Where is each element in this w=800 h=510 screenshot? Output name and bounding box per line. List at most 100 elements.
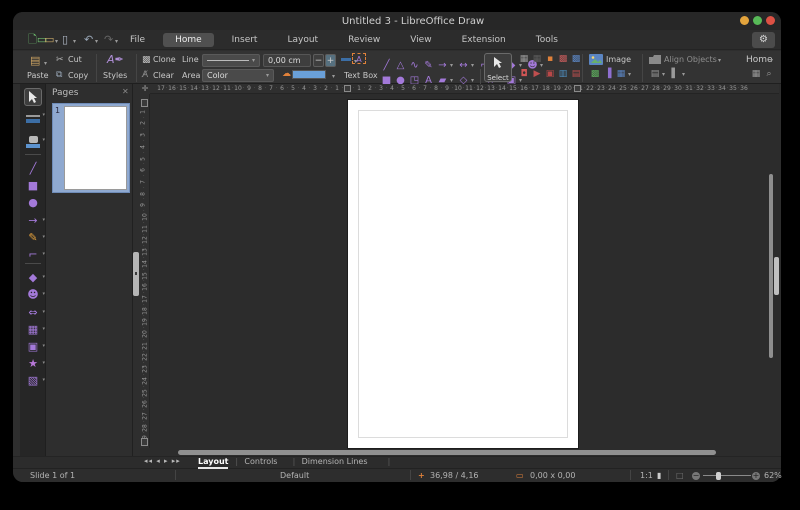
bottom-tab-dimension-lines[interactable]: Dimension Lines: [302, 457, 368, 466]
block-arrows-dropdown-arrow[interactable]: ▾: [42, 305, 45, 319]
save-dropdown-arrow[interactable]: ▾: [73, 38, 76, 45]
callouts-icon[interactable]: ▣▾: [20, 340, 46, 354]
flowchart-dropdown-arrow[interactable]: ▾: [42, 322, 45, 336]
flowchart-icon[interactable]: ▦▾: [20, 323, 46, 337]
sidebar-toggle-handle[interactable]: [774, 257, 779, 295]
ruler-margin-marker-left[interactable]: [344, 85, 351, 92]
copy-icon[interactable]: ⧉: [56, 69, 62, 81]
paste-dropdown-arrow[interactable]: ▾: [44, 60, 47, 67]
page-style[interactable]: Default: [280, 471, 309, 480]
tab-tools[interactable]: Tools: [524, 33, 570, 47]
undo-icon[interactable]: ↶: [84, 34, 93, 46]
gallery-icon[interactable]: ▦: [615, 69, 627, 80]
home-dropdown-arrow[interactable]: ▾: [770, 57, 773, 64]
cut-icon[interactable]: ✂: [56, 54, 64, 66]
horizontal-scrollbar[interactable]: [178, 450, 716, 455]
lines-and-arrows-icon[interactable]: →▾: [20, 214, 46, 228]
open-dropdown-arrow[interactable]: ▾: [55, 38, 58, 45]
select-button[interactable]: Select: [484, 53, 512, 82]
tab-file[interactable]: File: [118, 33, 157, 47]
vertical-ruler[interactable]: 1·2·3·4·5·6·7·8·9·10·11·12·13·14·15·16·1…: [140, 94, 150, 448]
undo-dropdown-arrow[interactable]: ▾: [95, 38, 98, 45]
line-style-combobox[interactable]: ▾: [202, 54, 260, 67]
save-icon[interactable]: ▯: [62, 34, 68, 46]
line-width-decrease-button[interactable]: −: [313, 54, 324, 67]
line-ends-arrow-dropdown-arrow[interactable]: ▾: [450, 62, 456, 69]
insert-chart-icon[interactable]: ▐: [602, 69, 614, 80]
master-view-icon[interactable]: ▤: [570, 69, 582, 80]
clear-formatting-icon[interactable]: A̸: [142, 69, 148, 81]
paste-icon[interactable]: ▤: [30, 55, 40, 67]
fill-type-combobox[interactable]: Color▾: [202, 69, 274, 82]
clone-formatting-icon[interactable]: ▩: [142, 54, 151, 66]
tab-insert[interactable]: Insert: [220, 33, 270, 47]
image-icon[interactable]: [589, 54, 603, 65]
line-color-dropdown-arrow[interactable]: ▾: [42, 108, 45, 122]
align-dropdown-arrow[interactable]: ▾: [718, 57, 721, 64]
presentation-icon[interactable]: ▥: [557, 69, 569, 80]
fit-slide-icon[interactable]: ▮: [657, 471, 661, 480]
3d-objects-dropdown-arrow[interactable]: ▾: [42, 373, 45, 387]
basic-shapes-dropdown-arrow[interactable]: ▾: [42, 270, 45, 284]
fill-bucket-icon[interactable]: ☁: [282, 68, 291, 80]
tab-review[interactable]: Review: [336, 33, 392, 47]
rectangle-icon[interactable]: ■: [20, 179, 46, 193]
ruler-margin-marker-top[interactable]: [141, 99, 148, 107]
page-thumbnail[interactable]: [64, 106, 127, 190]
tab-layout[interactable]: Layout: [275, 33, 330, 47]
connectors-icon[interactable]: ⌐▾: [20, 248, 46, 262]
fill-color-dropdown-arrow[interactable]: ▾: [42, 133, 45, 147]
fill-color-icon[interactable]: ▾: [20, 134, 46, 148]
distribution-icon[interactable]: ▌: [669, 69, 681, 80]
shape-diamond-dropdown-arrow[interactable]: ▾: [471, 77, 477, 84]
zoom-out-button[interactable]: −: [692, 472, 700, 480]
display-grid-icon[interactable]: ▦: [518, 54, 530, 65]
stars-banners-icon[interactable]: ★▾: [20, 357, 46, 371]
minimize-button[interactable]: [740, 16, 749, 25]
snap-to-grid-icon[interactable]: ▦: [531, 54, 543, 65]
open-folder-icon[interactable]: ▭: [44, 34, 54, 46]
line-width-increase-button[interactable]: +: [325, 54, 336, 67]
styles-icon[interactable]: A✒: [107, 54, 124, 66]
horizontal-ruler[interactable]: 17·16·15·14·13·12·11·10·9·8·7·6·5·4·3·2·…: [150, 84, 779, 94]
stars-banners-dropdown-arrow[interactable]: ▾: [42, 356, 45, 370]
paste-button[interactable]: Paste: [27, 71, 49, 80]
line-color-swatch[interactable]: [340, 57, 352, 62]
insert-image-icon[interactable]: ▩: [589, 69, 601, 80]
fill-color-dropdown-arrow[interactable]: ▾: [332, 73, 335, 80]
clear-button[interactable]: Clear: [153, 71, 174, 80]
arrange-dropdown-arrow[interactable]: ▾: [662, 71, 668, 78]
fill-color-swatch[interactable]: [292, 70, 326, 79]
scale-indicator[interactable]: 1:1: [640, 471, 653, 480]
zoom-fit-icon[interactable]: □: [676, 471, 684, 480]
glue-points-icon[interactable]: ◘: [518, 69, 530, 80]
basic-shapes-icon[interactable]: ◆▾: [20, 271, 46, 285]
pages-close-icon[interactable]: ✕: [122, 87, 129, 96]
double-arrow-dropdown-arrow[interactable]: ▾: [471, 62, 477, 69]
redo-icon[interactable]: ↷: [104, 34, 113, 46]
tab-view[interactable]: View: [398, 33, 443, 47]
select-tool-icon[interactable]: [24, 88, 42, 106]
tab-extension[interactable]: Extension: [450, 33, 518, 47]
maximize-button[interactable]: [753, 16, 762, 25]
snap-guides-icon[interactable]: ▣: [544, 69, 556, 80]
ruler-margin-marker-right[interactable]: [574, 85, 581, 92]
line-color-icon[interactable]: ▾: [20, 112, 46, 123]
show-draw-functions-icon[interactable]: ▩: [557, 54, 569, 65]
bottom-tab-controls[interactable]: Controls: [244, 457, 277, 466]
clone-button[interactable]: Clone: [153, 55, 176, 64]
cut-button[interactable]: Cut: [68, 55, 82, 64]
styles-button[interactable]: Styles: [103, 71, 127, 80]
3d-objects-icon[interactable]: ▧▾: [20, 374, 46, 388]
curves-polygons-dropdown-arrow[interactable]: ▾: [42, 230, 45, 244]
grid-view-icon[interactable]: ▦: [750, 69, 762, 80]
lines-and-arrows-dropdown-arrow[interactable]: ▾: [42, 213, 45, 227]
panel-splitter-handle[interactable]: [133, 252, 139, 296]
tab-home[interactable]: Home: [163, 33, 214, 47]
ruler-margin-marker-bottom[interactable]: [141, 438, 148, 446]
close-button[interactable]: [766, 16, 775, 25]
helplines-while-moving-icon[interactable]: ▪: [544, 54, 556, 65]
zoom-slider-thumb[interactable]: [716, 472, 721, 480]
insert-line-icon[interactable]: ╱: [20, 162, 46, 176]
bottom-tab-layout[interactable]: Layout: [198, 457, 228, 469]
